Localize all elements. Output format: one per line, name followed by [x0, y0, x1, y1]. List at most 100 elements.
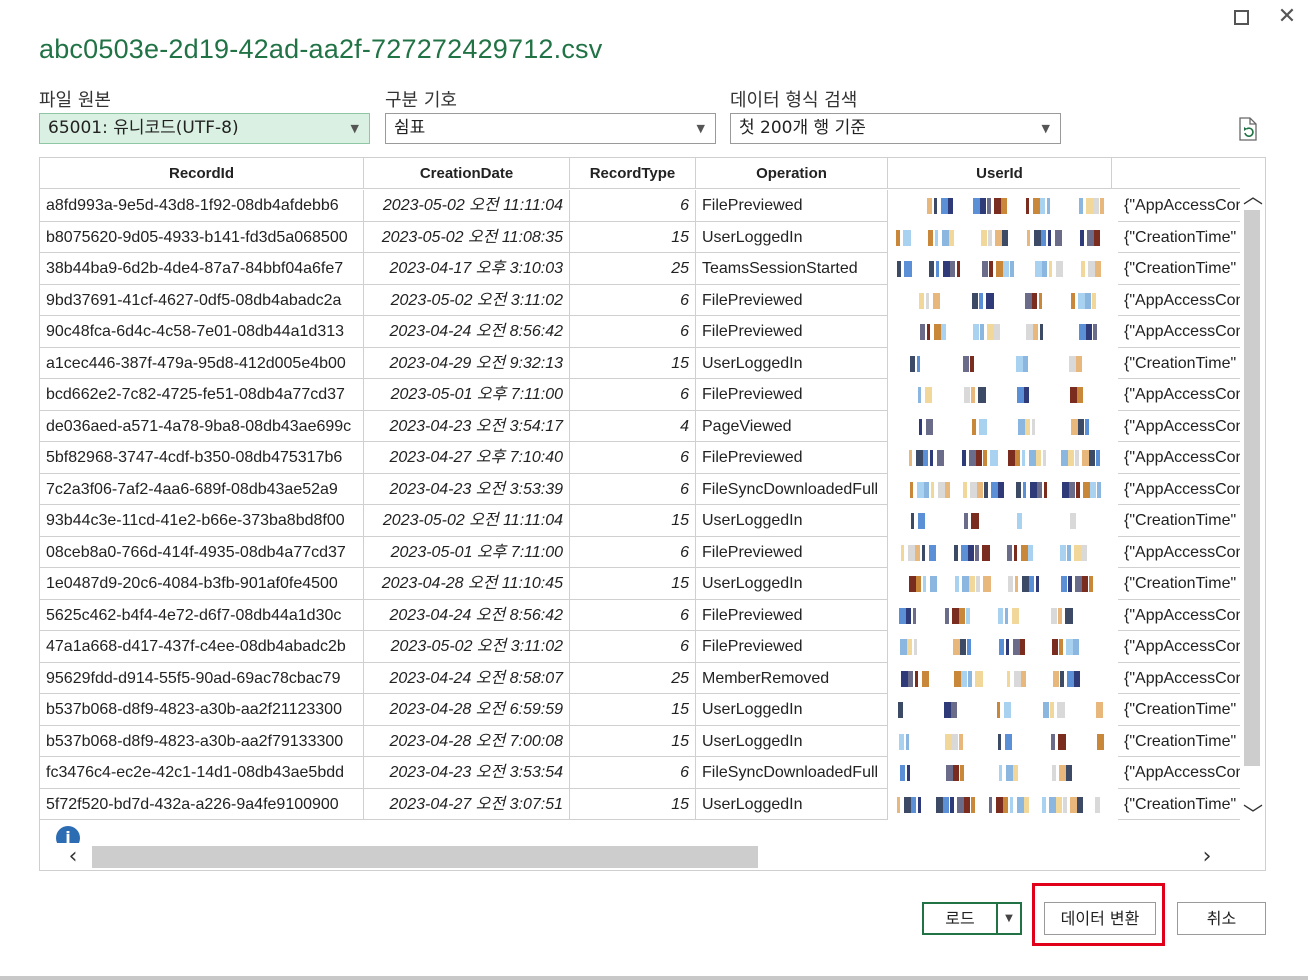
table-row[interactable]: b537b068-d8f9-4823-a30b-aa2f21123300 2023…	[40, 694, 1240, 726]
cell-recordtype: 4	[570, 410, 696, 442]
scroll-up-icon[interactable]: ︿	[1240, 180, 1265, 209]
redaction-block	[909, 450, 912, 466]
file-origin-dropdown[interactable]: 65001: 유니코드(UTF-8) ▼	[39, 113, 370, 144]
redaction-block	[898, 702, 903, 718]
redaction-block	[927, 198, 932, 214]
redaction-block	[1093, 324, 1097, 340]
table-row[interactable]: 90c48fca-6d4c-4c58-7e01-08db44a1d313 2023…	[40, 316, 1240, 348]
redaction-block	[1059, 639, 1063, 655]
redaction-block	[969, 576, 975, 592]
redaction-block	[968, 670, 972, 687]
redaction-block	[1001, 198, 1007, 214]
redaction-block	[1050, 702, 1054, 718]
close-icon[interactable]: ✕	[1272, 2, 1302, 32]
redaction-block	[1026, 324, 1033, 340]
cell-recordid: de036aed-a571-4a78-9ba8-08db43ae699c	[40, 410, 364, 442]
table-row[interactable]: fc3476c4-ec2e-42c1-14d1-08db43ae5bdd 2023…	[40, 757, 1240, 789]
cell-creationdate: 2023-04-24 오전 8:58:07	[364, 662, 570, 694]
redaction-block	[917, 355, 920, 372]
redaction-block	[1026, 198, 1029, 214]
scroll-left-icon[interactable]: ‹	[60, 843, 86, 870]
redaction-block	[1089, 576, 1093, 592]
table-row[interactable]: a1cec446-387f-479a-95d8-412d005e4b00 2023…	[40, 347, 1240, 379]
cell-recordtype: 6	[570, 599, 696, 631]
redaction-block	[1036, 450, 1041, 466]
vertical-scrollbar[interactable]: ︿ ﹀	[1240, 178, 1265, 843]
cell-userid	[888, 474, 1112, 506]
cell-userid	[888, 568, 1112, 600]
cell-operation: FilePreviewed	[696, 284, 888, 316]
cell-auditdata: {"CreationTime"	[1118, 348, 1240, 379]
redaction-block	[1002, 229, 1008, 246]
cell-operation: PageViewed	[696, 410, 888, 442]
redaction-block	[897, 261, 901, 277]
table-row[interactable]: 5625c462-b4f4-4e72-d6f7-08db44a1d30c 2023…	[40, 599, 1240, 631]
redaction-block	[950, 796, 954, 813]
redaction-block	[1036, 576, 1039, 592]
redaction-block	[1007, 544, 1012, 561]
redaction-block	[979, 418, 987, 435]
cell-recordid: b537b068-d8f9-4823-a30b-aa2f79133300	[40, 725, 364, 757]
horizontal-scrollbar[interactable]: ‹ ›	[40, 843, 1240, 870]
load-button[interactable]: 로드	[922, 902, 996, 935]
table-row[interactable]: 93b44c3e-11cd-41e2-b66e-373ba8bd8f00 2023…	[40, 505, 1240, 537]
cell-creationdate: 2023-05-01 오후 7:11:00	[364, 379, 570, 411]
redaction-block	[1058, 607, 1062, 624]
scroll-down-icon[interactable]: ﹀	[1240, 798, 1265, 827]
redaction-block	[1017, 513, 1022, 529]
table-row[interactable]: 38b44ba9-6d2b-4de4-87a7-84bbf04a6fe7 2023…	[40, 253, 1240, 285]
redaction-block	[1047, 198, 1050, 214]
table-row[interactable]: 47a1a668-d417-437f-c4ee-08db4abadc2b 2023…	[40, 631, 1240, 663]
table-row[interactable]: b537b068-d8f9-4823-a30b-aa2f79133300 2023…	[40, 725, 1240, 757]
scroll-right-icon[interactable]: ›	[1194, 843, 1220, 870]
redaction-block	[967, 639, 971, 655]
table-row[interactable]: b8075620-9d05-4933-b141-fd3d5a068500 2023…	[40, 221, 1240, 253]
redaction-block	[1024, 387, 1029, 403]
redaction-block	[915, 670, 918, 687]
maximize-icon[interactable]	[1226, 2, 1256, 32]
redaction-block	[922, 670, 929, 687]
redaction-block	[930, 450, 933, 466]
redaction-block	[913, 607, 916, 624]
cell-recordtype: 15	[570, 221, 696, 253]
table-row[interactable]: 9bd37691-41cf-4627-0df5-08db4abadc2a 2023…	[40, 284, 1240, 316]
load-options-button[interactable]: ▼	[996, 902, 1022, 935]
cell-recordid: 5625c462-b4f4-4e72-d6f7-08db44a1d30c	[40, 599, 364, 631]
redaction-block	[1077, 796, 1083, 813]
cell-recordtype: 25	[570, 662, 696, 694]
cell-recordid: a1cec446-387f-479a-95d8-412d005e4b00	[40, 347, 364, 379]
redaction-block	[1006, 639, 1009, 655]
redaction-block	[928, 229, 933, 246]
vertical-scroll-thumb[interactable]	[1244, 210, 1260, 766]
redaction-block	[1070, 513, 1076, 529]
redaction-block	[1028, 544, 1033, 561]
redaction-block	[911, 513, 914, 529]
redaction-block	[1081, 544, 1087, 561]
delimiter-value: 쉼표	[394, 118, 426, 138]
redaction-block	[1025, 418, 1030, 435]
table-row[interactable]: de036aed-a571-4a78-9ba8-08db43ae699c 2023…	[40, 410, 1240, 442]
table-row[interactable]: 1e0487d9-20c6-4084-b3fb-901af0fe4500 2023…	[40, 568, 1240, 600]
cell-recordid: fc3476c4-ec2e-42c1-14d1-08db43ae5bdd	[40, 757, 364, 789]
highlight-box	[1032, 883, 1165, 946]
redaction-block	[997, 702, 1000, 718]
type-detection-dropdown[interactable]: 첫 200개 행 기준 ▼	[730, 113, 1061, 144]
horizontal-scroll-thumb[interactable]	[92, 846, 758, 868]
table-row[interactable]: 95629fdd-d914-55f5-90ad-69ac78cbac79 2023…	[40, 662, 1240, 694]
redaction-block	[900, 765, 905, 781]
redaction-block	[1057, 702, 1065, 718]
table-row[interactable]: 5f72f520-bd7d-432a-a226-9a4fe9100900 2023…	[40, 788, 1240, 820]
refresh-preview-icon[interactable]	[1238, 117, 1258, 141]
table-row[interactable]: 7c2a3f06-7af2-4aa6-689f-08db43ae52a9 2023…	[40, 473, 1240, 506]
cell-operation: FileSyncDownloadedFull	[696, 757, 888, 789]
grid-body: RecordId CreationDate RecordType Operati…	[40, 158, 1240, 843]
table-row[interactable]: 08ceb8a0-766d-414f-4935-08db4a77cd37 2023…	[40, 536, 1240, 568]
delimiter-dropdown[interactable]: 쉼표 ▼	[385, 113, 716, 144]
cell-auditdata: {"AppAccessCon	[1118, 474, 1240, 505]
table-row[interactable]: bcd662e2-7c82-4725-fe51-08db4a77cd37 2023…	[40, 379, 1240, 411]
table-row[interactable]: 5bf82968-3747-4cdf-b350-08db475317b6 2023…	[40, 442, 1240, 474]
cancel-button[interactable]: 취소	[1177, 902, 1266, 935]
table-row[interactable]: a8fd993a-9e5d-43d8-1f92-08db4afdebb6 2023…	[40, 190, 1240, 222]
redaction-block	[897, 796, 900, 813]
cell-recordid: b537b068-d8f9-4823-a30b-aa2f21123300	[40, 694, 364, 726]
